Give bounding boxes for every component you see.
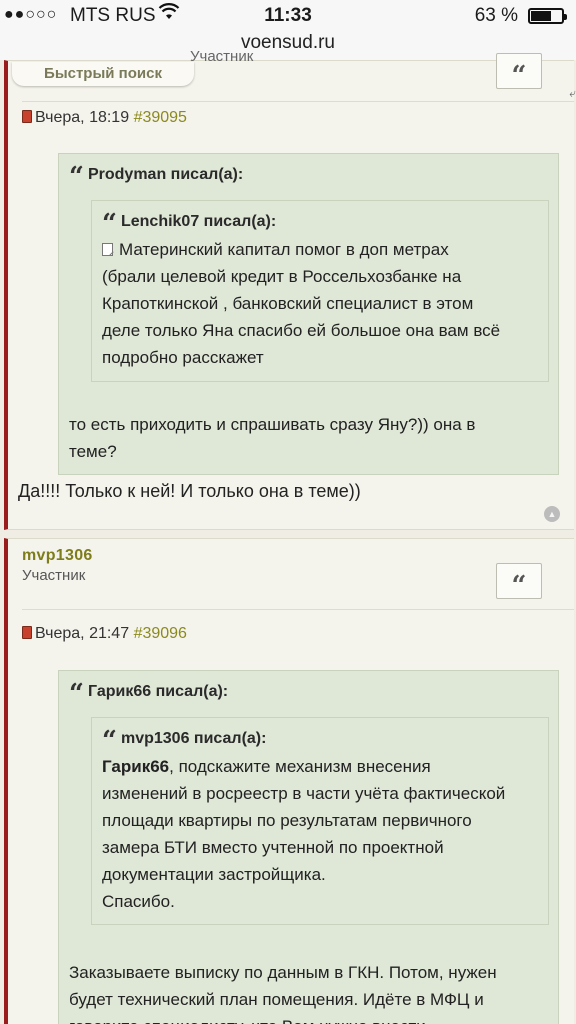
post-number-link[interactable]: #39096 xyxy=(134,625,187,642)
scroll-hint-icon: ⤶ xyxy=(569,86,576,100)
url-text: voensud.ru xyxy=(240,32,335,53)
nested-quote-author: “mvp1306 писал(а): xyxy=(102,726,267,756)
post-icon xyxy=(22,626,32,639)
nested-quote-block: “Lenchik07 писал(а): Материнский капитал… xyxy=(91,200,549,382)
quote-mark-icon: “ xyxy=(102,726,117,756)
post-meta: Вчера, 21:47 #39096 xyxy=(22,625,187,643)
partial-role-label: Участник xyxy=(190,48,254,65)
post-number-link[interactable]: #39095 xyxy=(134,109,187,126)
quote-mark-icon: “ xyxy=(69,679,84,709)
nested-quote-block: “mvp1306 писал(а): Гарик66, подскажите м… xyxy=(91,717,549,925)
battery-percent: 63 % xyxy=(474,5,518,26)
quote-text: то есть приходить и спрашивать сразу Яну… xyxy=(69,415,476,461)
author-role: Участник xyxy=(22,567,86,584)
broken-image-icon xyxy=(102,243,113,256)
post-date: Вчера, 21:47 xyxy=(35,625,130,642)
post-icon xyxy=(22,110,32,123)
quote-mark-icon: “ xyxy=(69,162,84,192)
quote-text: Заказываете выписку по данным в ГКН. Пот… xyxy=(69,963,497,1024)
quick-search-button[interactable]: Быстрый поиск xyxy=(12,62,194,86)
quote-mark-icon: “ xyxy=(102,209,117,239)
post-date: Вчера, 18:19 xyxy=(35,109,130,126)
quote-author: “Prodyman писал(а): xyxy=(69,162,244,192)
post-meta: Вчера, 18:19 #39095 xyxy=(22,109,187,127)
divider xyxy=(22,101,574,102)
post-body: Да!!!! Только к ней! И только она в теме… xyxy=(18,481,361,501)
quote-button[interactable]: “ xyxy=(496,53,542,91)
quote-block: “Prodyman писал(а): “Lenchik07 писал(а):… xyxy=(58,153,559,475)
divider xyxy=(22,609,574,610)
post-author[interactable]: mvp1306 xyxy=(22,547,93,565)
quote-button[interactable]: “ xyxy=(496,563,542,601)
forum-post: mvp1306 Участник “ Вчера, 21:47 #39096 “… xyxy=(4,538,574,1024)
nested-quote-author: “Lenchik07 писал(а): xyxy=(102,209,277,239)
quote-author: “Гарик66 писал(а): xyxy=(69,679,229,709)
nested-quote-text: Гарик66, подскажите механизм внесения из… xyxy=(102,757,506,911)
battery-icon xyxy=(528,8,567,24)
nested-quote-text: Материнский капитал помог в доп метрах (… xyxy=(102,240,501,367)
status-bar: ●●○○○ MTS RUS 11:33 63 % xyxy=(0,0,576,30)
user-mention[interactable]: Гарик66 xyxy=(102,757,169,776)
forum-post: “ Вчера, 18:19 #39095 “Prodyman писал(а)… xyxy=(4,53,574,530)
quote-block: “Гарик66 писал(а): “mvp1306 писал(а): Га… xyxy=(58,670,559,1024)
url-bar[interactable]: voensud.ru xyxy=(0,30,576,60)
scroll-top-icon[interactable]: ▲ xyxy=(544,506,560,522)
